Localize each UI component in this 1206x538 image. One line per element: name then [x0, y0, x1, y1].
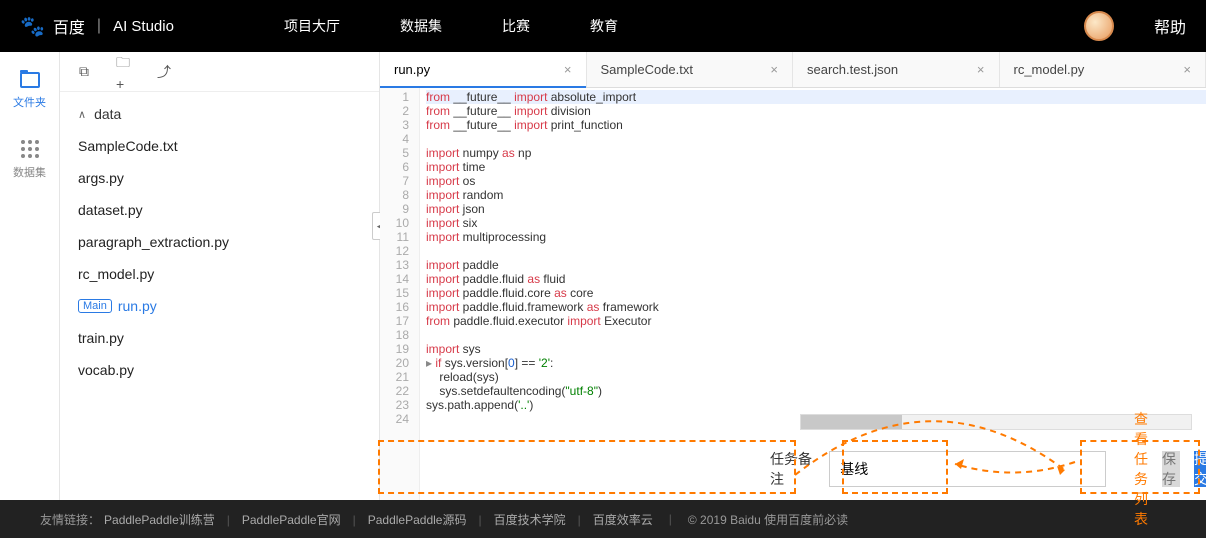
chevron-icon: ∧: [78, 108, 86, 121]
close-icon[interactable]: ×: [977, 62, 985, 77]
new-file-icon[interactable]: ⧉: [76, 64, 92, 80]
tree-file[interactable]: paragraph_extraction.py: [60, 226, 379, 258]
tab-label: search.test.json: [807, 62, 898, 77]
tab-label: run.py: [394, 62, 430, 77]
submit-button[interactable]: 提 交: [1194, 451, 1206, 487]
footer-link[interactable]: 百度技术学院: [494, 513, 566, 527]
tree-file[interactable]: args.py: [60, 162, 379, 194]
editor-tabs: run.py×SampleCode.txt×search.test.json×r…: [380, 52, 1206, 88]
line-gutter: 123456789101112131415161718192021222324: [380, 88, 420, 500]
logo[interactable]: 🐾 百度 | AI Studio: [20, 14, 174, 39]
baidu-paw-icon: 🐾: [20, 14, 45, 39]
dataset-icon: [21, 140, 39, 158]
rail-datasets[interactable]: 数据集: [13, 140, 46, 180]
bottom-bar: 任务备注 查看任务列表 保存 提 交: [760, 438, 1198, 500]
nav-projects[interactable]: 项目大厅: [284, 16, 340, 36]
footer: 友情链接： PaddlePaddle训练营|PaddlePaddle官网|Pad…: [0, 500, 1206, 538]
footer-link[interactable]: PaddlePaddle训练营: [104, 513, 215, 527]
editor-tab[interactable]: search.test.json ×: [793, 52, 1000, 87]
help-link[interactable]: 帮助: [1154, 14, 1186, 38]
tab-label: rc_model.py: [1014, 62, 1085, 77]
new-folder-icon[interactable]: 🗀+: [116, 64, 132, 80]
editor-tab[interactable]: rc_model.py ×: [1000, 52, 1206, 87]
file-tree: ⧉ 🗀+ ⤴ ∧dataSampleCode.txtargs.pydataset…: [60, 52, 380, 500]
tree-file[interactable]: train.py: [60, 322, 379, 354]
studio-text: AI Studio: [113, 18, 174, 35]
tree-toolbar: ⧉ 🗀+ ⤴: [60, 52, 379, 92]
close-icon[interactable]: ×: [564, 62, 572, 77]
save-button[interactable]: 保存: [1162, 451, 1180, 487]
folder-icon: [20, 72, 40, 88]
tree-file[interactable]: Mainrun.py: [60, 290, 379, 322]
avatar[interactable]: [1084, 11, 1114, 41]
close-icon[interactable]: ×: [1183, 62, 1191, 77]
header: 🐾 百度 | AI Studio 项目大厅 数据集 比赛 教育 帮助: [0, 0, 1206, 52]
tree-file[interactable]: SampleCode.txt: [60, 130, 379, 162]
tree-file[interactable]: dataset.py: [60, 194, 379, 226]
header-right: 帮助: [1084, 11, 1186, 41]
main: 文件夹 数据集 ⧉ 🗀+ ⤴ ∧dataSampleCode.txtargs.p…: [0, 52, 1206, 500]
footer-link[interactable]: 百度效率云: [593, 513, 653, 527]
footer-links: PaddlePaddle训练营|PaddlePaddle官网|PaddlePad…: [104, 511, 653, 528]
task-note-input[interactable]: [829, 451, 1106, 487]
logo-divider: |: [97, 17, 101, 35]
nav-datasets[interactable]: 数据集: [400, 16, 442, 36]
footer-label: 友情链接：: [40, 511, 100, 528]
rail-files-label: 文件夹: [13, 94, 46, 110]
left-rail: 文件夹 数据集: [0, 52, 60, 500]
tree-file[interactable]: rc_model.py: [60, 258, 379, 290]
upload-icon[interactable]: ⤴: [156, 64, 172, 80]
rail-data-label: 数据集: [13, 164, 46, 180]
baidu-text: 百度: [53, 14, 85, 38]
nav-competitions[interactable]: 比赛: [502, 16, 530, 36]
tab-label: SampleCode.txt: [601, 62, 694, 77]
editor-tab[interactable]: run.py ×: [380, 52, 587, 87]
footer-copyright: © 2019 Baidu 使用百度前必读: [688, 511, 848, 528]
close-icon[interactable]: ×: [770, 62, 778, 77]
tree-file[interactable]: vocab.py: [60, 354, 379, 386]
nav-education[interactable]: 教育: [590, 16, 618, 36]
tree-body: ∧dataSampleCode.txtargs.pydataset.pypara…: [60, 92, 379, 500]
editor-area: ◂ run.py×SampleCode.txt×search.test.json…: [380, 52, 1206, 500]
rail-files[interactable]: 文件夹: [13, 72, 46, 110]
task-note-group: 任务备注: [770, 449, 1106, 489]
footer-link[interactable]: PaddlePaddle源码: [368, 513, 467, 527]
scrollbar-thumb[interactable]: [801, 415, 902, 429]
footer-link[interactable]: PaddlePaddle官网: [242, 513, 341, 527]
nav: 项目大厅 数据集 比赛 教育: [284, 16, 618, 36]
task-note-label: 任务备注: [770, 449, 819, 489]
main-badge: Main: [78, 299, 112, 313]
editor-tab[interactable]: SampleCode.txt ×: [587, 52, 794, 87]
view-tasks-link[interactable]: 查看任务列表: [1134, 409, 1148, 529]
tree-folder[interactable]: ∧data: [60, 98, 379, 130]
